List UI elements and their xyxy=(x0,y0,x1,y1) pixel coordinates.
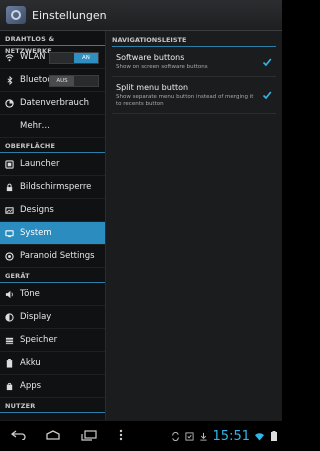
sidebar-item-label: Bildschirmsperre xyxy=(20,182,92,192)
pref-title: Software buttons xyxy=(116,53,185,62)
sidebar-item-paranoid-settings[interactable]: Paranoid Settings xyxy=(0,245,105,268)
sidebar-item-label: Display xyxy=(20,312,52,322)
display-brightness-icon xyxy=(5,312,14,322)
sidebar-item-designs[interactable]: Designs xyxy=(0,199,105,222)
sidebar-item-label: Mehr… xyxy=(20,121,50,131)
sidebar-item-storage[interactable]: Speicher xyxy=(0,329,105,352)
section-header-users: NUTZER xyxy=(0,400,105,413)
sidebar-item-lockscreen[interactable]: Bildschirmsperre xyxy=(0,176,105,199)
section-header-interface: OBERFLÄCHE xyxy=(0,140,105,153)
checkbox-checked-icon[interactable] xyxy=(262,90,272,100)
system-navigation-bar: 15:51 xyxy=(0,420,282,451)
system-settings-panel: NAVIGATIONSLEISTE Software buttons Show … xyxy=(105,31,282,420)
sidebar-item-label: Paranoid Settings xyxy=(20,251,95,261)
settings-app-icon[interactable] xyxy=(6,6,26,24)
sidebar-item-launcher[interactable]: Launcher xyxy=(0,153,105,176)
checklist-icon xyxy=(184,431,194,441)
pref-summary: Show on screen software buttons xyxy=(116,64,208,70)
sidebar-item-label: Speicher xyxy=(20,335,58,345)
pref-title: Split menu button xyxy=(116,83,189,92)
toggle-off-side xyxy=(50,53,74,63)
launcher-icon xyxy=(5,159,14,169)
bluetooth-icon xyxy=(5,75,14,85)
sidebar-item-more[interactable]: Mehr… xyxy=(0,115,105,138)
sidebar-item-data-usage[interactable]: Datenverbrauch xyxy=(0,92,105,115)
sidebar-item-bluetooth[interactable]: Bluetooth AUS xyxy=(0,69,105,92)
system-icon xyxy=(5,229,14,238)
clock: 15:51 xyxy=(212,428,250,444)
bluetooth-toggle[interactable]: AUS xyxy=(49,75,99,87)
sidebar-item-battery[interactable]: Akku xyxy=(0,352,105,375)
checkbox-checked-icon[interactable] xyxy=(262,57,272,67)
section-header-wireless: DRAHTLOS & NETZWERKE xyxy=(0,33,105,55)
speaker-icon xyxy=(5,290,14,299)
action-bar: Einstellungen xyxy=(0,0,282,31)
sidebar-item-wlan[interactable]: WLAN AN xyxy=(0,46,105,69)
sidebar-item-apps[interactable]: Apps xyxy=(0,375,105,398)
sidebar-item-label: Akku xyxy=(20,358,41,368)
sidebar-item-system[interactable]: System xyxy=(0,222,105,245)
toggle-off-label: AUS xyxy=(50,76,74,86)
paranoid-icon xyxy=(5,251,14,261)
sidebar-item-label: Töne xyxy=(20,289,40,299)
sidebar-item-sounds[interactable]: Töne xyxy=(0,283,105,306)
wifi-icon xyxy=(5,53,14,62)
data-usage-icon xyxy=(5,98,14,108)
status-area[interactable]: 15:51 xyxy=(171,421,278,451)
wlan-toggle[interactable]: AN xyxy=(49,52,99,64)
battery-status-icon xyxy=(269,431,278,441)
wifi-signal-icon xyxy=(255,432,264,441)
lock-icon xyxy=(5,183,14,192)
battery-icon xyxy=(5,358,14,368)
recent-apps-icon[interactable] xyxy=(80,428,98,442)
toggle-on-side xyxy=(74,76,98,86)
download-icon xyxy=(199,432,208,441)
toggle-on-label: AN xyxy=(74,53,98,63)
designs-icon xyxy=(5,206,14,215)
sidebar-item-display[interactable]: Display xyxy=(0,306,105,329)
sidebar-item-label: Launcher xyxy=(20,159,60,169)
sidebar-item-label: WLAN xyxy=(20,52,46,62)
sync-icon xyxy=(171,431,180,441)
page-title: Einstellungen xyxy=(32,8,107,22)
settings-categories-panel: DRAHTLOS & NETZWERKE WLAN AN Bluetooth A… xyxy=(0,31,105,420)
section-header-device: GERÄT xyxy=(0,270,105,283)
navigation-bar-header: NAVIGATIONSLEISTE xyxy=(112,34,276,47)
menu-dots-icon[interactable] xyxy=(112,428,130,442)
storage-icon xyxy=(5,336,14,345)
pref-summary: Show separate menu button instead of mer… xyxy=(116,94,254,107)
apps-icon xyxy=(5,382,14,391)
sidebar-item-label: Datenverbrauch xyxy=(20,98,90,108)
sidebar-item-label: Apps xyxy=(20,381,42,391)
sidebar-item-label: Designs xyxy=(20,205,54,215)
home-icon[interactable] xyxy=(44,428,62,442)
pref-software-buttons[interactable]: Software buttons Show on screen software… xyxy=(112,47,276,77)
back-icon[interactable] xyxy=(10,428,28,442)
sidebar-item-label: System xyxy=(20,228,52,238)
pref-split-menu-button[interactable]: Split menu button Show separate menu but… xyxy=(112,77,276,114)
